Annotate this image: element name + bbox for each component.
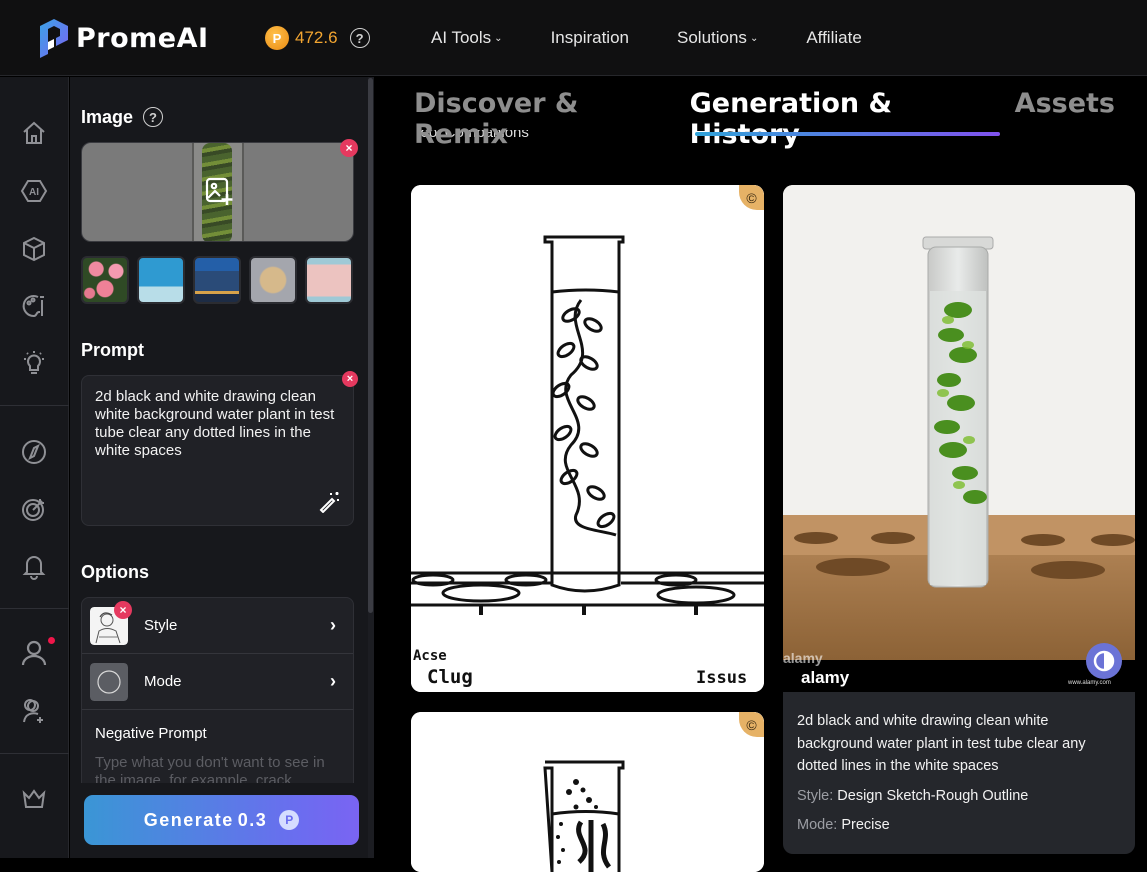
image-upload-area[interactable]: [81, 142, 354, 242]
credit-coin-icon: P: [265, 26, 289, 50]
lightbulb-icon[interactable]: [20, 349, 48, 377]
options-box: Style › Mode › Negative Prompt Type what…: [81, 597, 354, 787]
options-section-title: Options: [81, 562, 149, 582]
watermark-url: www.alamy.com: [1067, 680, 1111, 686]
sample-images: [81, 256, 353, 304]
chevron-down-icon: ⌄: [494, 32, 503, 44]
sample-image-skirt[interactable]: [305, 256, 353, 304]
result-info-panel: 2d black and white drawing clean white b…: [783, 692, 1135, 854]
palette-icon[interactable]: [20, 292, 48, 320]
remove-style-button[interactable]: ×: [114, 601, 132, 619]
mode-option[interactable]: Mode ›: [82, 654, 353, 710]
prompt-section-title: Prompt: [81, 340, 144, 360]
watermark-brand: alamy: [801, 668, 850, 687]
main-nav: AI Tools ⌄ Inspiration Solutions ⌄ Affilia…: [431, 28, 910, 48]
nav-affiliate[interactable]: Affiliate: [806, 28, 861, 48]
credit-balance: 472.6: [295, 28, 338, 47]
nav-ai-tools[interactable]: AI Tools ⌄: [431, 28, 503, 48]
sample-image-roses[interactable]: [81, 256, 129, 304]
active-tab-indicator: [695, 132, 1000, 136]
prompt-text[interactable]: 2d black and white drawing clean white b…: [95, 388, 345, 460]
result-mode: Mode: Precise: [797, 816, 890, 833]
brand-name: PromeAI: [76, 22, 209, 54]
rail-divider: [0, 608, 69, 609]
generate-cost: 0.3: [237, 809, 268, 830]
top-bar: PromeAI P 472.6 ? AI Tools ⌄ Inspiration …: [0, 0, 1147, 76]
chevron-right-icon: ›: [330, 671, 336, 691]
mode-thumbnail: [90, 662, 128, 701]
result-style: Style: Design Sketch-Rough Outline: [797, 787, 1029, 804]
rail-divider: [0, 405, 69, 406]
promeai-logo-icon: [40, 19, 68, 58]
sketch-beaker-image: [411, 712, 764, 872]
result-card-sketch[interactable]: Acse Clug Issus ©: [411, 185, 764, 692]
crown-icon[interactable]: [20, 785, 48, 813]
notification-dot: [48, 637, 55, 644]
sketch-text-2: Clug: [427, 666, 473, 688]
rail-divider: [0, 753, 69, 754]
nav-solutions[interactable]: Solutions ⌄: [677, 28, 758, 48]
compass-icon[interactable]: [20, 438, 48, 466]
image-help-icon[interactable]: ?: [143, 107, 163, 127]
bell-icon[interactable]: [20, 552, 48, 580]
sketch-text-3: Issus: [696, 668, 747, 688]
credits-display: P 472.6 ?: [265, 26, 370, 50]
credit-coin-icon: P: [279, 810, 300, 830]
photo-test-tube-image: alamy www.alamy.com alamy: [783, 185, 1135, 692]
panel-scrollbar-thumb[interactable]: [368, 78, 373, 613]
compare-toggle-button[interactable]: [1086, 643, 1122, 679]
result-card-sketch-2[interactable]: ©: [411, 712, 764, 872]
user-add-icon[interactable]: [20, 697, 48, 725]
remove-image-button[interactable]: ×: [340, 139, 358, 157]
chevron-down-icon: ⌄: [749, 32, 759, 44]
image-section-title: Image: [81, 107, 134, 127]
tab-discover-remix[interactable]: Discover & Remix: [414, 88, 658, 150]
generate-label: Generate: [143, 809, 234, 830]
negative-prompt-title: Negative Prompt: [95, 725, 207, 742]
logo[interactable]: PromeAI: [38, 18, 209, 58]
sketch-test-tube-image: Acse Clug Issus: [411, 185, 764, 692]
image-add-icon[interactable]: [204, 176, 234, 206]
chevron-right-icon: ›: [330, 615, 336, 635]
prompt-input[interactable]: 2d black and white drawing clean white b…: [81, 375, 354, 526]
svg-text:AI: AI: [29, 187, 39, 198]
magic-wand-icon[interactable]: [317, 489, 341, 513]
home-icon[interactable]: [20, 119, 48, 147]
tab-assets[interactable]: Assets: [1015, 88, 1115, 150]
target-icon[interactable]: [20, 495, 48, 523]
sample-image-building[interactable]: [193, 256, 241, 304]
tab-generation-history[interactable]: Generation & History: [690, 88, 983, 150]
ai-icon[interactable]: AI: [20, 177, 48, 205]
nav-inspiration[interactable]: Inspiration: [551, 28, 629, 48]
style-label: Style: [144, 617, 178, 634]
main-tabs: Discover & Remix Generation & History As…: [414, 88, 1147, 150]
credits-help-icon[interactable]: ?: [349, 28, 370, 48]
clear-prompt-button[interactable]: ×: [342, 371, 358, 387]
result-card-photo[interactable]: alamy www.alamy.com alamy: [783, 185, 1135, 692]
icon-rail: AI: [0, 77, 69, 858]
contrast-icon: [1093, 650, 1115, 672]
sample-image-jacket[interactable]: [249, 256, 297, 304]
sample-image-people[interactable]: [137, 256, 185, 304]
result-prompt: 2d black and white drawing clean white b…: [797, 713, 1086, 774]
user-icon[interactable]: [20, 639, 48, 667]
mode-label: Mode: [144, 673, 182, 690]
generate-button[interactable]: Generate 0.3 P: [84, 795, 359, 845]
svg-text:alamy: alamy: [783, 650, 823, 666]
cube-icon[interactable]: [20, 235, 48, 263]
sketch-text-1: Acse: [413, 648, 447, 664]
